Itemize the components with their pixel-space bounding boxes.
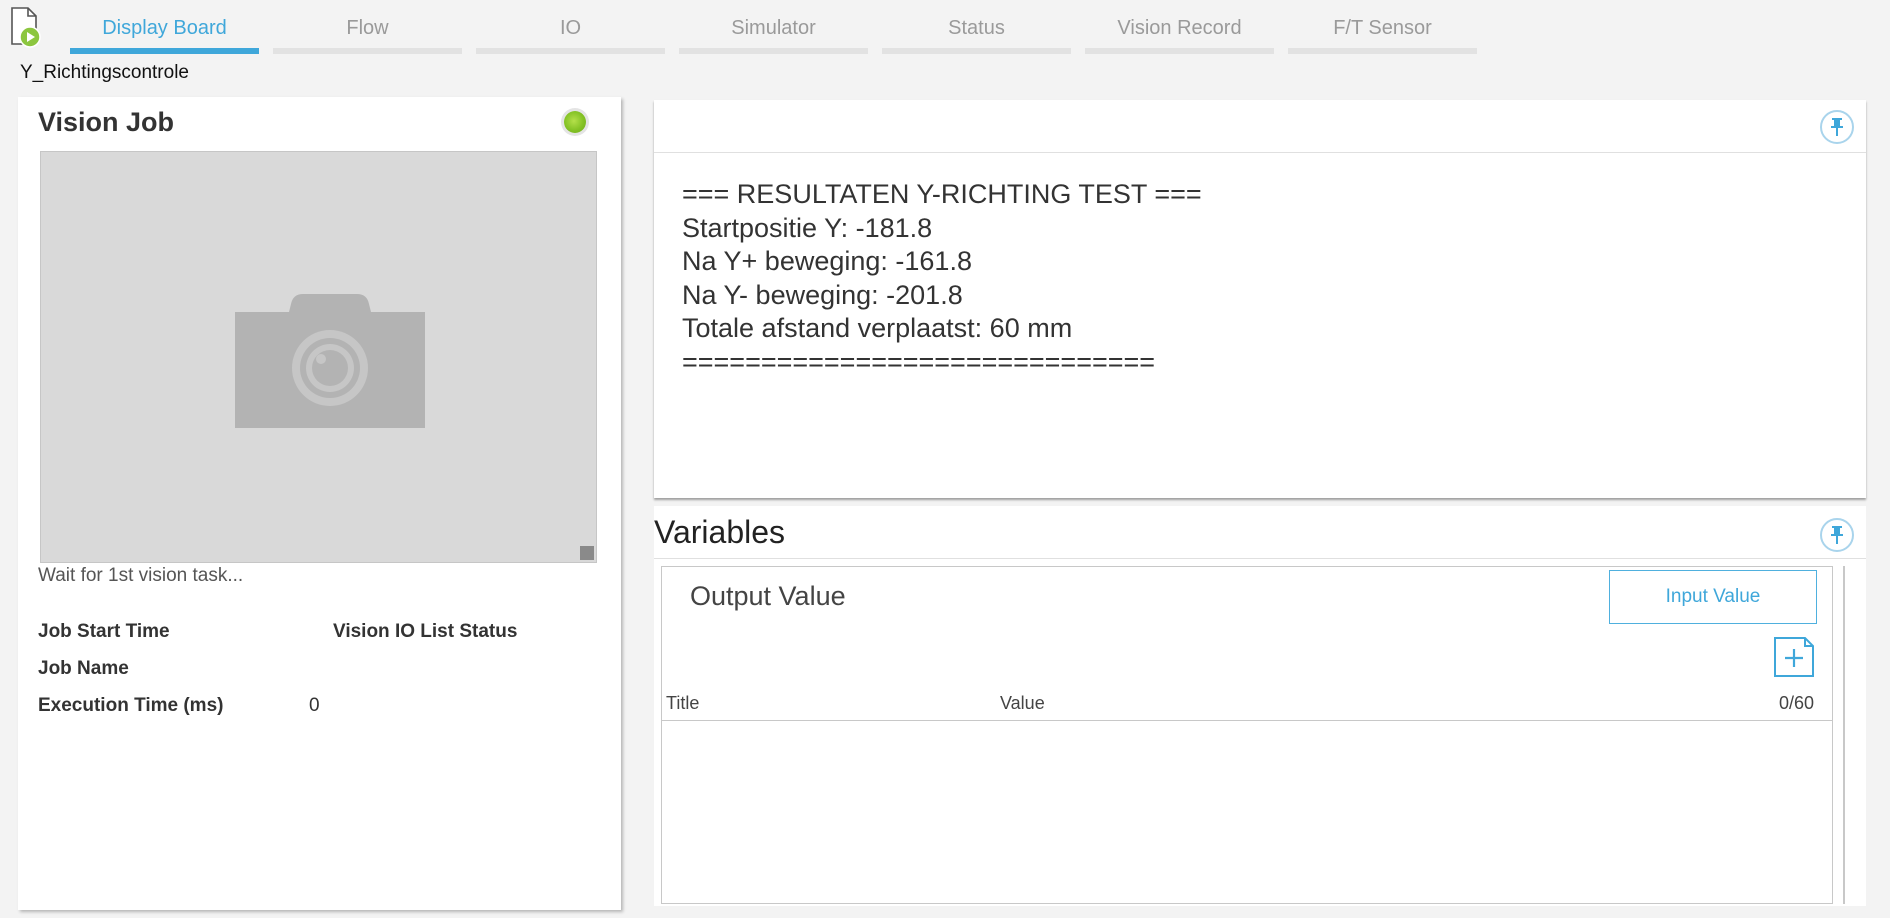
camera-icon — [235, 294, 425, 428]
results-line: === RESULTATEN Y-RICHTING TEST === — [682, 179, 1202, 209]
divider — [654, 558, 1866, 559]
tab-display-board[interactable]: Display Board — [70, 0, 259, 54]
tab-status[interactable]: Status — [882, 0, 1071, 54]
tab-simulator[interactable]: Simulator — [679, 0, 868, 54]
tab-ft-sensor[interactable]: F/T Sensor — [1288, 0, 1477, 54]
resize-handle[interactable] — [580, 546, 594, 560]
output-value-box: Output Value Input Value Title Value 0/6… — [661, 566, 1833, 904]
results-line: Startpositie Y: -181.8 — [682, 212, 933, 243]
vision-job-panel: Vision Job Wait for 1st vision task... J… — [18, 97, 621, 910]
input-value-button[interactable]: Input Value — [1609, 570, 1817, 624]
wait-status-text: Wait for 1st vision task... — [38, 565, 244, 586]
results-panel: === RESULTATEN Y-RICHTING TEST === Startp… — [654, 100, 1866, 498]
scrollbar[interactable] — [1843, 566, 1845, 904]
column-header-title: Title — [666, 693, 700, 713]
execution-time-label: Execution Time (ms) — [38, 695, 224, 716]
results-line: Totale afstand verplaatst: 60 mm — [682, 313, 1073, 343]
variables-panel: Variables Output Value Input Value Title… — [654, 506, 1866, 906]
vision-io-list-status-label: Vision IO List Status — [333, 621, 518, 642]
project-name: Y_Richtingscontrole — [20, 62, 189, 83]
results-line: ============================== — [682, 346, 1156, 377]
variable-count: 0/60 — [1778, 693, 1814, 713]
variables-title: Variables — [654, 514, 786, 550]
job-start-time-label: Job Start Time — [38, 621, 170, 642]
pin-icon[interactable] — [1820, 518, 1854, 552]
tab-io[interactable]: IO — [476, 0, 665, 54]
tab-label: Flow — [346, 17, 389, 39]
column-header-value: Value — [1000, 693, 1045, 713]
tab-label: Simulator — [731, 17, 816, 39]
tab-vision-record[interactable]: Vision Record — [1085, 0, 1274, 54]
execution-time-value: 0 — [309, 695, 320, 716]
tab-label: Vision Record — [1117, 17, 1242, 39]
job-name-label: Job Name — [38, 658, 129, 679]
results-header — [654, 100, 1866, 153]
app-run-icon[interactable] — [9, 6, 45, 50]
tab-label: Display Board — [102, 17, 227, 39]
camera-preview — [40, 151, 597, 563]
tab-label: IO — [559, 17, 582, 39]
vision-job-title: Vision Job — [38, 107, 175, 137]
divider — [662, 720, 1832, 721]
results-line: Na Y- beweging: -201.8 — [682, 279, 963, 310]
tab-label: F/T Sensor — [1333, 17, 1432, 39]
status-indicator-icon — [564, 111, 586, 133]
tab-label: Status — [948, 17, 1005, 39]
results-text: === RESULTATEN Y-RICHTING TEST === Startp… — [682, 178, 1202, 379]
pin-icon[interactable] — [1820, 110, 1854, 144]
output-value-title: Output Value — [690, 581, 846, 611]
results-line: Na Y+ beweging: -161.8 — [682, 246, 972, 276]
add-file-icon[interactable] — [1773, 636, 1815, 678]
tab-flow[interactable]: Flow — [273, 0, 462, 54]
